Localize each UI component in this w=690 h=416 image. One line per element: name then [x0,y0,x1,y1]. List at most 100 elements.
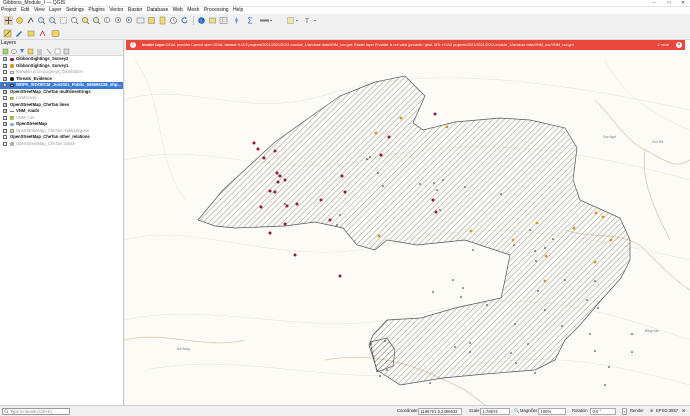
layer-visibility-checkbox[interactable] [3,135,7,140]
toggle-editing-icon[interactable] [3,29,12,38]
survey1-point [511,238,515,242]
select-features-icon[interactable] [208,16,217,25]
layer-item[interactable]: OpenStreetMap_CheTan points [0,141,123,148]
threat-point [377,172,379,174]
threat-point [513,244,515,246]
temporal-controller-icon[interactable] [169,16,178,25]
survey2-point [273,190,277,194]
layer-symbol-icon [10,83,14,87]
touch-zoom-icon[interactable] [26,16,35,25]
zoom-to-layer-icon[interactable] [92,16,101,25]
survey1-point [374,131,378,135]
zoom-rubberband-icon[interactable] [59,16,68,25]
digitize-icon[interactable] [14,29,23,38]
layer-symbol-icon [10,116,14,120]
layer-visibility-checkbox[interactable] [3,115,7,120]
survey2-point [278,174,282,178]
survey2-point [338,274,342,278]
menu-processing[interactable]: Processing [202,7,231,14]
map-tips-icon[interactable] [286,16,300,25]
menu-raster[interactable]: Raster [126,7,145,14]
zoom-out-icon[interactable] [48,16,57,25]
close-icon[interactable]: × [676,42,682,48]
vertex-tool-icon[interactable] [38,29,47,38]
menu-mesh[interactable]: Mesh [185,7,202,14]
locator-search-input[interactable]: Type to locate (Ctrl+K) [2,407,70,415]
layer-visibility-checkbox[interactable] [3,128,7,133]
scale-combobox[interactable]: 1:76674 [480,407,510,415]
menu-settings[interactable]: Settings [64,7,86,14]
identify-features-icon[interactable]: i [197,16,206,25]
menu-help[interactable]: Help [231,7,246,14]
close-window-button[interactable]: ✕ [677,0,689,7]
layer-visibility-checkbox[interactable] [3,70,7,75]
survey2-point [262,156,266,160]
layer-visibility-checkbox[interactable]: ✓ [3,57,7,62]
statistical-summary-icon[interactable]: Σ [246,16,255,25]
spatial-bookmark-icon[interactable] [158,16,167,25]
zoom-to-selection-icon[interactable] [81,16,90,25]
rotation-spinbox[interactable]: 0.0 ° [590,407,616,415]
layer-tree: ✓ GibbonSightings_Survey2 ✓ GibbonSightings… [0,56,123,147]
layer-visibility-checkbox[interactable]: ✓ [3,109,7,114]
new-map-view-icon[interactable] [136,16,145,25]
status-bar: Type to locate (Ctrl+K) Coordinate 11967… [0,405,690,415]
zoom-in-icon[interactable] [37,16,46,25]
zoom-native-icon[interactable]: 1 [103,16,112,25]
layer-visibility-checkbox[interactable]: ✓ [3,63,7,68]
minimize-button[interactable]: – [648,0,660,7]
survey1-point [609,238,613,242]
threat-point [442,179,444,181]
threat-point [469,351,471,353]
zoom-full-icon[interactable] [70,16,79,25]
map-canvas[interactable]: Pác Ngòi Chợ Rã Bằng Vân Nà Hang [125,40,690,405]
text-annotation-icon[interactable]: T [304,16,318,25]
menu-layer[interactable]: Layer [47,7,64,14]
coordinate-field[interactable]: 1196701.5,2486633 [418,407,462,415]
survey1-point [445,125,449,129]
threat-point [469,342,471,344]
menu-bar: Project Edit View Layer Settings Plugins Vecto… [0,7,690,14]
menu-view[interactable]: View [32,7,47,14]
new-3d-view-icon[interactable] [147,16,156,25]
threat-point [472,249,474,251]
threat-point [454,346,456,348]
field-calculator-icon[interactable] [232,16,241,25]
layer-visibility-checkbox[interactable]: ✓ [3,89,7,94]
maximize-button[interactable]: □ [663,0,675,7]
threat-point [535,260,537,262]
pan-icon[interactable] [4,15,13,25]
survey1-point [594,211,598,215]
measure-line-icon[interactable] [259,16,273,25]
threat-point [544,247,546,249]
layer-visibility-checkbox[interactable]: ✓ [3,102,7,107]
threat-point [379,375,381,377]
open-attribute-table-icon[interactable] [219,16,228,25]
survey2-point [256,147,260,151]
survey1-point [469,229,473,233]
more-messages-button[interactable]: 2 more [658,40,669,50]
menu-edit[interactable]: Edit [19,7,32,14]
magnifier-spinbox[interactable]: 100% [538,407,566,415]
threat-point [534,250,536,252]
pan-to-selection-icon[interactable] [15,16,24,25]
menu-database[interactable]: Database [145,7,171,14]
layer-visibility-checkbox[interactable]: ✓ [3,83,7,88]
layer-visibility-checkbox[interactable]: ✓ [3,76,7,81]
layer-visibility-checkbox[interactable] [3,141,7,146]
zoom-next-icon[interactable] [125,16,134,25]
zoom-last-icon[interactable] [114,16,123,25]
survey2-point [283,178,287,182]
threat-point [586,299,588,301]
layer-visibility-checkbox[interactable]: ✓ [3,122,7,127]
add-feature-icon[interactable] [27,29,36,38]
menu-web[interactable]: Web [170,7,185,14]
threat-point [382,185,384,187]
render-checkbox[interactable]: ✓ [622,407,627,415]
refresh-icon[interactable] [180,16,189,25]
menu-vector[interactable]: Vector [107,7,126,14]
label-tool-icon[interactable] [51,29,60,38]
menu-project[interactable]: Project [0,7,19,14]
menu-plugins[interactable]: Plugins [86,7,107,14]
layer-visibility-checkbox[interactable] [3,96,7,101]
